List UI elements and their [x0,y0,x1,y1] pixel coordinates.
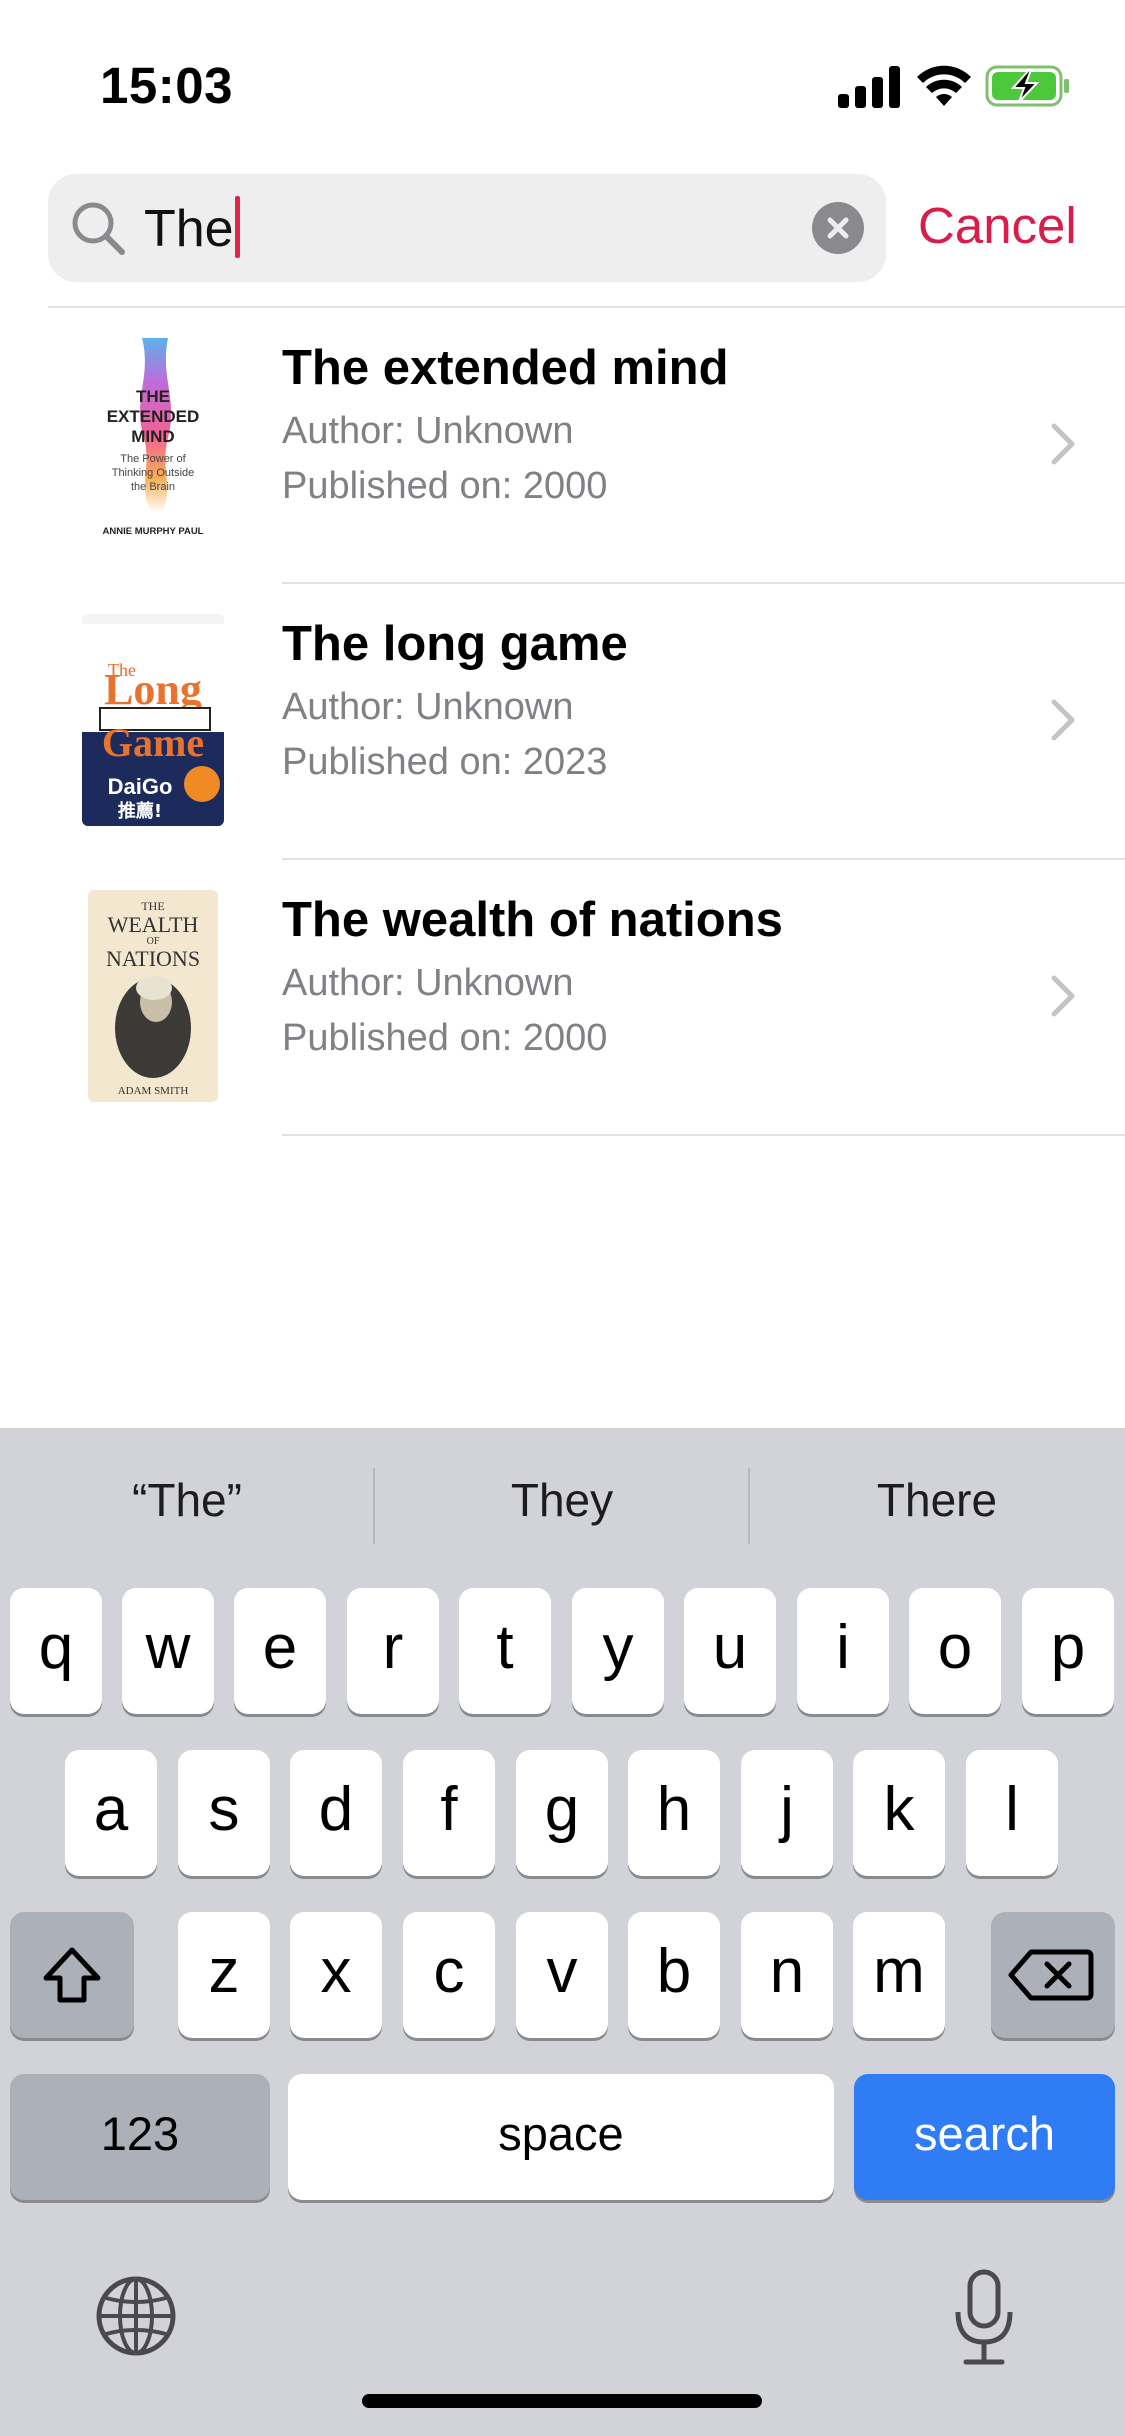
book-cover-image: THE EXTENDED MIND The Power of Thinking … [82,338,224,550]
status-time: 15:03 [100,57,233,114]
cover-text: DaiGo [108,774,173,799]
wifi-icon [917,65,971,106]
key-l[interactable]: l [966,1750,1058,1876]
result-row[interactable]: The Long Game DaiGo 推薦! The long game Au… [0,584,1125,860]
result-published: Published on: 2023 [282,741,608,783]
result-author: Author: Unknown [282,962,574,1004]
key-i[interactable]: i [797,1588,889,1714]
search-field[interactable]: The [48,174,886,282]
key-k[interactable]: k [853,1750,945,1876]
suggestion-item[interactable]: They [375,1470,749,1530]
search-query: The [144,200,234,258]
key-b[interactable]: b [628,1912,720,2038]
divider [282,1134,1125,1136]
backspace-icon [1008,1949,1094,2001]
search-input[interactable]: The [144,196,240,261]
delete-key[interactable] [991,1912,1115,2038]
microphone-icon[interactable] [952,2268,1016,2368]
chevron-right-icon [1051,423,1075,465]
key-s[interactable]: s [178,1750,270,1876]
key-u[interactable]: u [684,1588,776,1714]
result-published: Published on: 2000 [282,1017,608,1059]
key-v[interactable]: v [516,1912,608,2038]
key-r[interactable]: r [347,1588,439,1714]
result-title: The wealth of nations [282,893,783,947]
result-row[interactable]: THE WEALTH OF NATIONS ADAM SMITH The wea… [0,860,1125,1136]
key-w[interactable]: w [122,1588,214,1714]
suggestion-item[interactable]: There [750,1470,1124,1530]
key-d[interactable]: d [290,1750,382,1876]
cover-text: ANNIE MURPHY PAUL [103,526,204,537]
shift-key[interactable] [10,1912,134,2038]
numbers-key[interactable]: 123 [10,2074,270,2200]
key-t[interactable]: t [459,1588,551,1714]
result-author: Author: Unknown [282,686,574,728]
clear-search-button[interactable] [812,202,864,254]
key-y[interactable]: y [572,1588,664,1714]
key-h[interactable]: h [628,1750,720,1876]
cover-text: THE [141,899,164,913]
chevron-right-icon [1051,699,1075,741]
battery-charging-icon [985,65,1069,107]
cover-text: NATIONS [106,946,200,971]
key-j[interactable]: j [741,1750,833,1876]
globe-icon[interactable] [94,2274,178,2358]
chevron-right-icon [1051,975,1075,1017]
key-f[interactable]: f [403,1750,495,1876]
key-e[interactable]: e [234,1588,326,1714]
cover-text: Thinking Outside [112,467,195,479]
status-bar: 15:03 [0,0,1125,160]
cover-text: The Power of [120,453,186,465]
search-icon [72,202,125,255]
book-cover-image: THE WEALTH OF NATIONS ADAM SMITH [88,890,218,1102]
cover-text: Long [104,665,202,714]
result-title: The extended mind [282,341,729,395]
key-c[interactable]: c [403,1912,495,2038]
key-a[interactable]: a [65,1750,157,1876]
result-row[interactable]: THE EXTENDED MIND The Power of Thinking … [0,308,1125,584]
key-z[interactable]: z [178,1912,270,2038]
home-indicator[interactable] [362,2394,762,2408]
space-key[interactable]: space [288,2074,834,2200]
result-author: Author: Unknown [282,410,574,452]
text-caret [234,196,240,258]
key-g[interactable]: g [516,1750,608,1876]
cover-text: EXTENDED [107,407,200,426]
cancel-button[interactable]: Cancel [918,196,1077,256]
cover-text: MIND [131,427,174,446]
key-m[interactable]: m [853,1912,945,2038]
cover-text: the Brain [131,481,175,493]
result-title: The long game [282,617,628,671]
suggestion-item[interactable]: “The” [0,1470,374,1530]
key-o[interactable]: o [909,1588,1001,1714]
cover-text: ADAM SMITH [118,1085,189,1097]
result-published: Published on: 2000 [282,465,608,507]
search-key[interactable]: search [854,2074,1115,2200]
cover-text: Game [102,720,204,765]
key-p[interactable]: p [1022,1588,1114,1714]
key-n[interactable]: n [741,1912,833,2038]
key-q[interactable]: q [10,1588,102,1714]
keyboard: “The” They There q w e r t y u i o p a s… [0,1428,1125,2436]
shift-icon [43,1947,101,2003]
cover-text: WEALTH [108,912,199,937]
cellular-signal-icon [838,66,900,108]
key-x[interactable]: x [290,1912,382,2038]
cover-text: THE [136,387,170,406]
close-icon [827,217,849,239]
cover-text: 推薦! [118,800,162,822]
book-cover-image: The Long Game DaiGo 推薦! [82,614,224,826]
